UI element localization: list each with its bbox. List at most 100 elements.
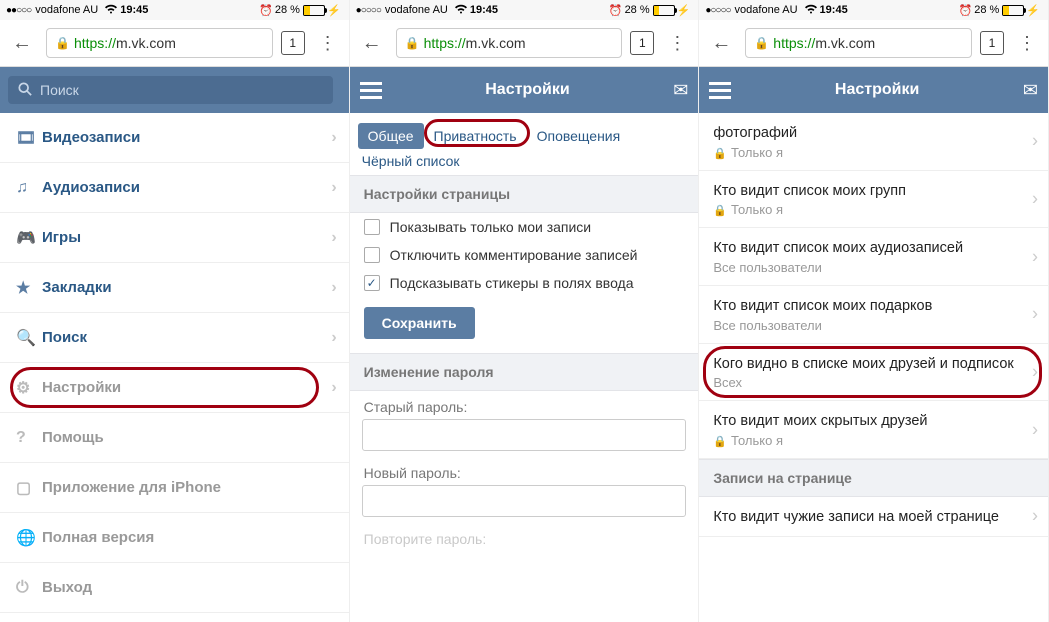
privacy-item-audio[interactable]: Кто видит список моих аудиозаписей Все п… bbox=[699, 228, 1048, 286]
tab-blacklist[interactable]: Чёрный список bbox=[350, 153, 699, 175]
battery-icon bbox=[1002, 5, 1024, 16]
pane-privacy: ●○○○○ vodafone AU 19:45 ⏰ 28 % ⚡ ← 🔒http… bbox=[699, 0, 1049, 622]
alarm-icon: ⏰ bbox=[259, 4, 273, 17]
url-field[interactable]: 🔒https://m.vk.com bbox=[396, 28, 623, 58]
checkbox-checked-icon bbox=[364, 275, 380, 291]
back-icon[interactable]: ← bbox=[6, 32, 38, 55]
menu-item-help[interactable]: ?Помощь bbox=[0, 413, 349, 463]
chevron-right-icon: › bbox=[1032, 419, 1038, 440]
checkbox-icon bbox=[364, 219, 380, 235]
menu-item-audio[interactable]: ♫Аудиозаписи› bbox=[0, 163, 349, 213]
privacy-value: 🔒Только я bbox=[713, 145, 1034, 160]
pane-settings: ●○○○○ vodafone AU 19:45 ⏰ 28 % ⚡ ← 🔒http… bbox=[350, 0, 700, 622]
search-input[interactable]: Поиск bbox=[8, 76, 333, 104]
checkbox-suggest-stickers[interactable]: Подсказывать стикеры в полях ввода bbox=[350, 269, 699, 297]
signal-dots-icon: ●○○○○ bbox=[705, 5, 730, 16]
menu-item-full-version[interactable]: 🌐Полная версия bbox=[0, 513, 349, 563]
tab-count-button[interactable]: 1 bbox=[980, 31, 1004, 55]
status-bar: ●●○○○ vodafone AU 19:45 ⏰ 28 % ⚡ bbox=[0, 0, 349, 20]
url-scheme: https:// bbox=[424, 35, 466, 51]
phone-icon: ▢ bbox=[16, 478, 42, 498]
menu-item-video[interactable]: 🎞Видеозаписи› bbox=[0, 113, 349, 163]
chevron-right-icon: › bbox=[331, 229, 336, 247]
vk-header: Настройки ✉ bbox=[350, 67, 699, 113]
menu-label: Поиск bbox=[42, 329, 87, 346]
alarm-icon: ⏰ bbox=[959, 4, 973, 17]
hamburger-icon[interactable] bbox=[709, 82, 731, 99]
privacy-item-others-posts[interactable]: Кто видит чужие записи на моей странице … bbox=[699, 497, 1048, 537]
checkbox-disable-comments[interactable]: Отключить комментирование записей bbox=[350, 241, 699, 269]
battery-pct: 28 % bbox=[275, 4, 300, 16]
menu-label: Закладки bbox=[42, 279, 112, 296]
wifi-icon bbox=[804, 4, 818, 17]
power-icon: ⏻ bbox=[16, 579, 42, 597]
url-host: m.vk.com bbox=[116, 35, 176, 51]
back-icon[interactable]: ← bbox=[705, 32, 737, 55]
menu-label: Аудиозаписи bbox=[42, 179, 140, 196]
magnifier-icon: 🔍 bbox=[16, 328, 42, 348]
games-icon: 🎮 bbox=[16, 228, 42, 248]
chevron-right-icon: › bbox=[331, 129, 336, 147]
vk-header: Поиск bbox=[0, 67, 349, 113]
url-scheme: https:// bbox=[74, 35, 116, 51]
menu-kebab-icon[interactable]: ⋮ bbox=[313, 33, 343, 54]
menu-item-games[interactable]: 🎮Игры› bbox=[0, 213, 349, 263]
chevron-right-icon: › bbox=[1032, 362, 1038, 383]
url-field[interactable]: 🔒 https://m.vk.com bbox=[46, 28, 273, 58]
url-field[interactable]: 🔒https://m.vk.com bbox=[745, 28, 972, 58]
privacy-title: Кого видно в списке моих друзей и подпис… bbox=[713, 356, 1034, 373]
mail-icon[interactable]: ✉ bbox=[673, 80, 688, 101]
menu-item-settings[interactable]: ⚙Настройки› bbox=[0, 363, 349, 413]
chevron-right-icon: › bbox=[331, 279, 336, 297]
privacy-value: Все пользователи bbox=[713, 260, 1034, 275]
alarm-icon: ⏰ bbox=[609, 4, 623, 17]
help-icon: ? bbox=[16, 429, 42, 447]
status-bar: ●○○○○ vodafone AU 19:45 ⏰ 28 % ⚡ bbox=[350, 0, 699, 20]
menu-item-logout[interactable]: ⏻Выход bbox=[0, 563, 349, 613]
save-button[interactable]: Сохранить bbox=[364, 307, 475, 339]
privacy-item-gifts[interactable]: Кто видит список моих подарков Все польз… bbox=[699, 286, 1048, 344]
section-wall-posts: Записи на странице bbox=[699, 459, 1048, 497]
section-page-settings: Настройки страницы bbox=[350, 175, 699, 213]
tab-general[interactable]: Общее bbox=[358, 123, 424, 149]
menu-item-search[interactable]: 🔍Поиск› bbox=[0, 313, 349, 363]
battery-icon bbox=[303, 5, 325, 16]
chevron-right-icon: › bbox=[1032, 304, 1038, 325]
menu-kebab-icon[interactable]: ⋮ bbox=[662, 33, 692, 54]
privacy-title: Кто видит список моих аудиозаписей bbox=[713, 240, 1034, 257]
menu-item-iphone-app[interactable]: ▢Приложение для iPhone bbox=[0, 463, 349, 513]
carrier-label: vodafone AU bbox=[35, 4, 98, 16]
charging-icon: ⚡ bbox=[1026, 4, 1040, 17]
star-icon: ★ bbox=[16, 278, 42, 298]
tab-privacy[interactable]: Приватность bbox=[424, 123, 527, 149]
tab-count-button[interactable]: 1 bbox=[281, 31, 305, 55]
page-title: Настройки bbox=[382, 81, 674, 99]
tab-notifications[interactable]: Оповещения bbox=[527, 123, 631, 149]
pane-menu: ●●○○○ vodafone AU 19:45 ⏰ 28 % ⚡ ← 🔒 htt… bbox=[0, 0, 350, 622]
lock-icon: 🔒 bbox=[55, 36, 70, 50]
old-password-input[interactable] bbox=[362, 419, 687, 451]
privacy-item-hidden-friends[interactable]: Кто видит моих скрытых друзей 🔒Только я … bbox=[699, 401, 1048, 459]
menu-kebab-icon[interactable]: ⋮ bbox=[1012, 33, 1042, 54]
new-password-input[interactable] bbox=[362, 485, 687, 517]
back-icon[interactable]: ← bbox=[356, 32, 388, 55]
settings-tabs: Общее Приватность Оповещения bbox=[350, 113, 699, 153]
video-icon: 🎞 bbox=[16, 128, 42, 148]
checkbox-label: Показывать только мои записи bbox=[390, 219, 591, 235]
tab-count-button[interactable]: 1 bbox=[630, 31, 654, 55]
lock-icon: 🔒 bbox=[754, 36, 769, 50]
status-bar: ●○○○○ vodafone AU 19:45 ⏰ 28 % ⚡ bbox=[699, 0, 1048, 20]
mail-icon[interactable]: ✉ bbox=[1023, 80, 1038, 101]
privacy-item-photos[interactable]: фотографий 🔒Только я › bbox=[699, 113, 1048, 171]
privacy-item-groups[interactable]: Кто видит список моих групп 🔒Только я › bbox=[699, 171, 1048, 229]
audio-icon: ♫ bbox=[16, 179, 42, 197]
url-host: m.vk.com bbox=[815, 35, 875, 51]
checkbox-only-my-posts[interactable]: Показывать только мои записи bbox=[350, 213, 699, 241]
carrier-label: vodafone AU bbox=[385, 4, 448, 16]
privacy-item-friends-list[interactable]: Кого видно в списке моих друзей и подпис… bbox=[699, 344, 1048, 402]
signal-dots-icon: ●○○○○ bbox=[356, 5, 381, 16]
menu-item-bookmarks[interactable]: ★Закладки › bbox=[0, 263, 349, 313]
checkbox-icon bbox=[364, 247, 380, 263]
time-label: 19:45 bbox=[820, 4, 848, 16]
hamburger-icon[interactable] bbox=[360, 82, 382, 99]
